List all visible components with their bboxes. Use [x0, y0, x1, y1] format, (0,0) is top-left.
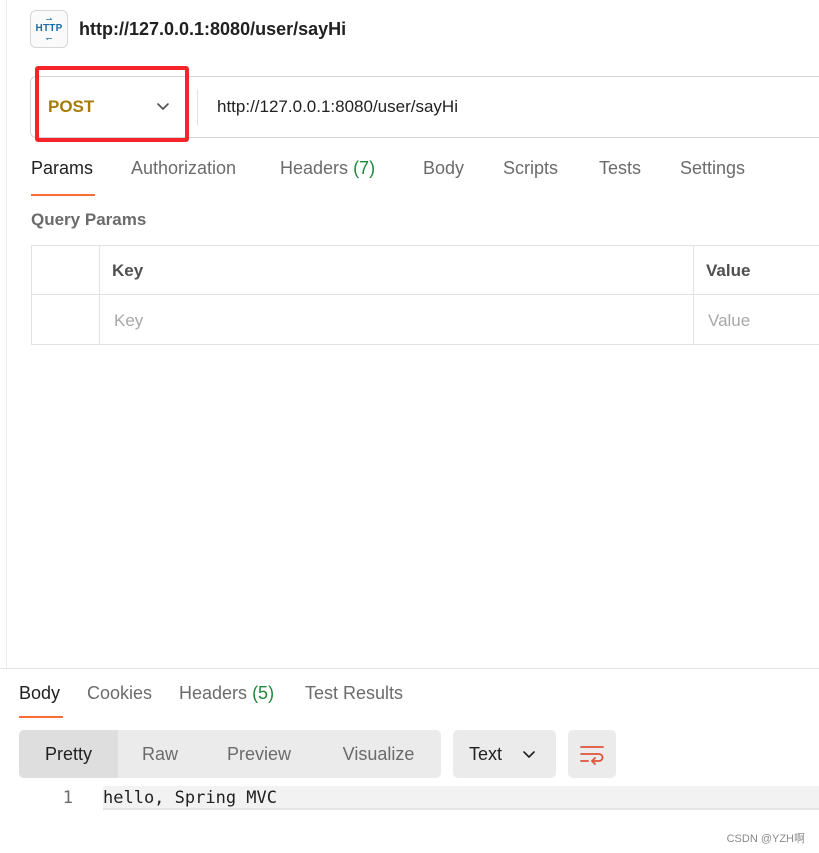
table-header-row: Key Value [32, 246, 819, 295]
headers-count: (7) [353, 158, 376, 178]
value-input[interactable]: Value [708, 296, 819, 345]
chevron-down-icon [157, 103, 169, 110]
tab-settings[interactable]: Settings [680, 158, 745, 188]
response-divider [0, 668, 819, 669]
response-headers-count: (5) [252, 683, 275, 703]
format-visualize-button[interactable]: Visualize [316, 730, 441, 778]
watermark: CSDN @YZH啊 [726, 833, 805, 845]
line-number: 1 [62, 788, 73, 808]
method-divider [197, 89, 198, 125]
format-pretty-button[interactable]: Pretty [19, 730, 118, 778]
query-params-title: Query Params [31, 210, 147, 229]
language-label: Text [469, 744, 503, 764]
url-bar: POST http://127.0.0.1:8080/user/sayHi [30, 76, 819, 138]
tab-body[interactable]: Body [423, 158, 464, 188]
response-tab-test-results[interactable]: Test Results [305, 683, 403, 704]
chevron-down-icon [523, 751, 535, 758]
query-params-table: Key Value Key Value [31, 245, 819, 345]
response-body-line: 1 hello, Spring MVC [0, 786, 819, 810]
response-tab-cookies[interactable]: Cookies [87, 683, 152, 704]
table-row: Key Value [32, 296, 819, 345]
column-header-key: Key [112, 261, 144, 280]
tab-scripts[interactable]: Scripts [503, 158, 558, 188]
left-border [6, 0, 7, 668]
response-tab-body[interactable]: Body [19, 683, 60, 704]
active-tab-indicator [31, 194, 95, 196]
tab-headers[interactable]: Headers (7) [280, 158, 375, 188]
tab-tests[interactable]: Tests [599, 158, 641, 188]
response-body-text[interactable]: hello, Spring MVC [103, 786, 819, 810]
format-raw-button[interactable]: Raw [118, 730, 202, 778]
response-tab-headers[interactable]: Headers (5) [179, 683, 274, 704]
column-header-value: Value [706, 261, 751, 280]
request-header: ⇀ HTTP ↽ http://127.0.0.1:8080/user/sayH… [30, 10, 346, 48]
tab-params[interactable]: Params [31, 158, 93, 188]
table-divider [693, 246, 694, 344]
key-input[interactable]: Key [114, 296, 694, 345]
http-request-icon: ⇀ HTTP ↽ [30, 10, 68, 48]
method-dropdown[interactable]: POST [31, 77, 197, 137]
table-divider [99, 246, 100, 344]
language-dropdown[interactable]: Text [453, 730, 556, 778]
row-checkbox-cell[interactable] [32, 296, 100, 345]
wrap-lines-icon [580, 746, 604, 765]
url-input[interactable]: http://127.0.0.1:8080/user/sayHi [217, 77, 458, 137]
response-format-group: Pretty Raw Preview Visualize [19, 730, 441, 778]
wrap-lines-button[interactable] [568, 730, 616, 778]
format-preview-button[interactable]: Preview [202, 730, 316, 778]
tab-authorization[interactable]: Authorization [131, 158, 236, 188]
method-label: POST [48, 97, 95, 116]
request-title[interactable]: http://127.0.0.1:8080/user/sayHi [79, 19, 346, 40]
active-response-tab-indicator [19, 716, 63, 718]
